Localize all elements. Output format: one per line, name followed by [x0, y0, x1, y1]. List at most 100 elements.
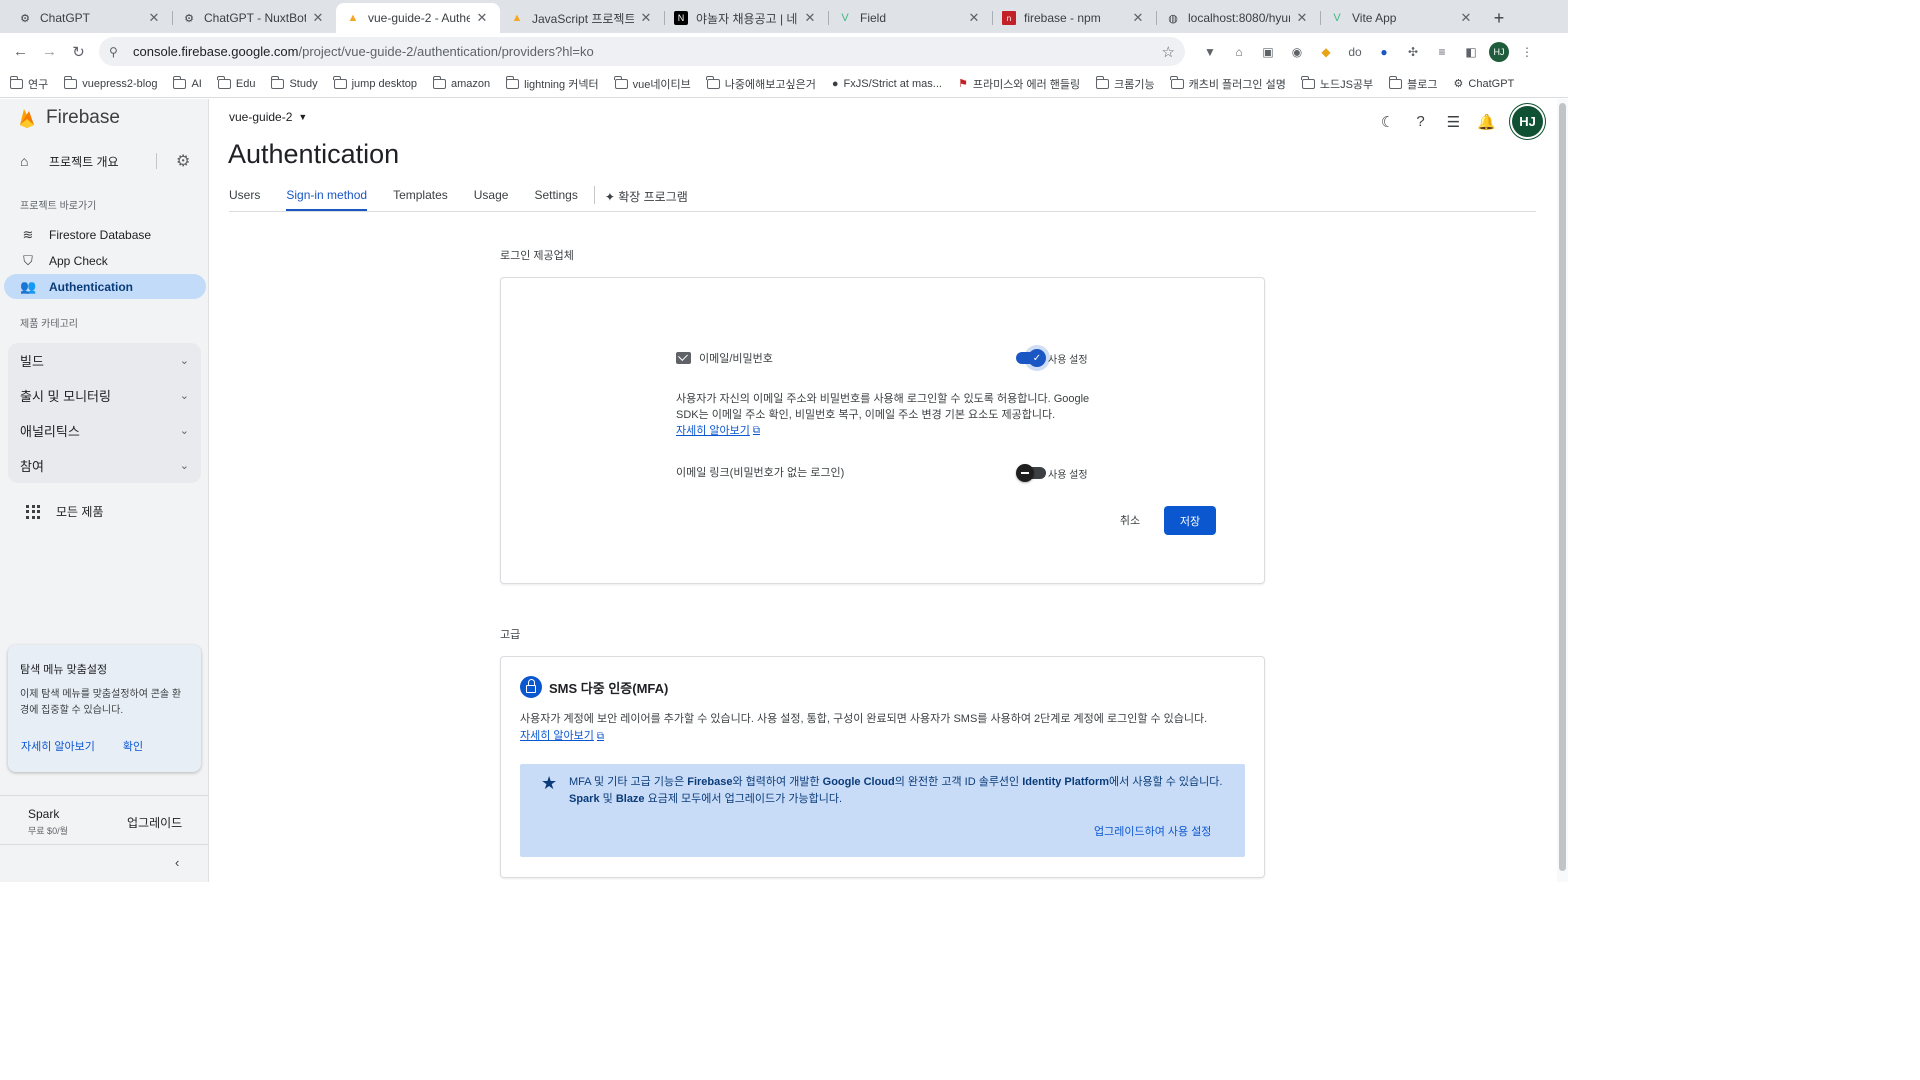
tab-settings[interactable]: Settings	[534, 183, 577, 211]
folder-icon	[9, 75, 23, 89]
scrollbar-thumb[interactable]	[1559, 103, 1566, 871]
notifications-bell-icon[interactable]: 🔔	[1477, 112, 1496, 131]
bookmark-folder[interactable]: 노드JS공부	[1301, 75, 1373, 92]
close-icon[interactable]: ✕	[1458, 10, 1474, 26]
bookmark-link[interactable]: ⚑ 프라미스와 에러 핸들링	[958, 76, 1080, 92]
kebab-menu-icon[interactable]: ⋮	[1516, 41, 1538, 63]
browser-tab[interactable]: V Vite App ✕	[1320, 3, 1484, 33]
category-engage[interactable]: 참여 ⌄	[8, 448, 201, 483]
profile-avatar[interactable]: HJ	[1489, 41, 1509, 62]
bookmark-folder[interactable]: 블로그	[1388, 75, 1438, 92]
media-control-icon[interactable]: ≡	[1431, 41, 1453, 63]
bookmark-folder[interactable]: jump desktop	[333, 75, 417, 90]
back-button[interactable]: ←	[6, 37, 35, 66]
promo-confirm-button[interactable]: 확인	[123, 738, 143, 754]
promo-learn-more-link[interactable]: 자세히 알아보기	[21, 738, 95, 754]
firebase-icon: ▲	[347, 12, 359, 24]
do-extension-icon[interactable]: do	[1344, 41, 1366, 63]
gear-icon[interactable]: ⚙	[176, 151, 190, 171]
identity-platform-text: MFA 및 기타 고급 기능은 Firebase와 협력하여 개발한 Googl…	[569, 776, 1223, 805]
vue-devtools-icon[interactable]: ▼	[1199, 41, 1221, 63]
mfa-learn-more-link[interactable]: 자세히 알아보기 ⧉	[520, 728, 604, 745]
sidebar-item-app-check[interactable]: ⛉ App Check	[4, 248, 206, 273]
side-panel-icon[interactable]: ◧	[1460, 41, 1482, 63]
close-icon[interactable]: ✕	[1130, 10, 1146, 26]
bookmark-folder[interactable]: Edu	[217, 75, 255, 90]
bookmark-folder[interactable]: AI	[173, 75, 202, 90]
close-icon[interactable]: ✕	[802, 10, 818, 26]
bank-extension-icon[interactable]: ⌂	[1228, 41, 1250, 63]
bookmark-folder[interactable]: amazon	[432, 75, 490, 90]
browser-tab-active[interactable]: ▲vue-guide-2 - Authent✕	[336, 3, 500, 33]
collapse-sidebar-icon[interactable]: ‹	[175, 855, 179, 870]
category-build[interactable]: 빌드 ⌄	[8, 343, 201, 378]
tab-templates[interactable]: Templates	[393, 183, 448, 211]
openai-icon: ⚙	[1453, 78, 1464, 90]
bookmark-folder[interactable]: lightning 커넥터	[505, 75, 599, 92]
category-release-monitor[interactable]: 출시 및 모니터링 ⌄	[8, 378, 201, 413]
close-icon[interactable]: ✕	[310, 10, 326, 26]
tab-extensions[interactable]: ✦ 확장 프로그램	[605, 183, 688, 211]
firebase-logo[interactable]: Firebase	[18, 107, 120, 129]
browser-tab[interactable]: N야놀자 채용공고 | 네카라쿠✕	[664, 3, 828, 33]
address-bar[interactable]: ⚲ console.firebase.google.com/project/vu…	[99, 37, 1185, 66]
browser-tab[interactable]: ⚙ ChatGPT ✕	[8, 3, 172, 33]
project-selector[interactable]: vue-guide-2 ▼	[229, 110, 307, 124]
save-button[interactable]: 저장	[1164, 506, 1216, 535]
close-icon[interactable]: ✕	[638, 10, 654, 26]
site-info-icon[interactable]: ⚲	[109, 45, 127, 59]
page-scrollbar[interactable]	[1557, 99, 1568, 882]
blue-circle-extension-icon[interactable]: ●	[1373, 41, 1395, 63]
browser-tab[interactable]: n firebase - npm ✕	[992, 3, 1156, 33]
close-icon[interactable]: ✕	[146, 10, 162, 26]
tab-users[interactable]: Users	[229, 183, 260, 211]
release-notes-icon[interactable]: ☰	[1444, 112, 1463, 131]
ethereum-extension-icon[interactable]: ◆	[1315, 41, 1337, 63]
browser-tab[interactable]: ▲JavaScript 프로젝트에 Fi✕	[500, 3, 664, 33]
new-tab-button[interactable]: +	[1484, 3, 1514, 33]
category-analytics[interactable]: 애널리틱스 ⌄	[8, 413, 201, 448]
upgrade-button[interactable]: 업그레이드	[127, 814, 182, 831]
firebase-icon: ▲	[511, 12, 523, 24]
close-icon[interactable]: ✕	[474, 10, 490, 26]
folder-icon	[217, 75, 231, 89]
forward-button[interactable]: →	[35, 37, 64, 66]
check-icon: ✓	[1028, 349, 1046, 367]
bookmark-folder[interactable]: 크롬기능	[1095, 75, 1155, 92]
browser-tab[interactable]: V Field ✕	[828, 3, 992, 33]
sidebar-item-firestore[interactable]: ≋ Firestore Database	[4, 222, 206, 247]
toggle-label: 사용 설정	[1048, 355, 1088, 366]
bookmark-folder[interactable]: Study	[271, 75, 318, 90]
learn-more-link[interactable]: 자세히 알아보기 ⧉	[676, 423, 760, 439]
bookmark-folder[interactable]: 연구	[9, 75, 48, 92]
bookmark-folder[interactable]: vue네이티브	[614, 75, 691, 92]
bookmark-folder[interactable]: 캐츠비 플러그인 설명	[1170, 75, 1286, 92]
camera-extension-icon[interactable]: ◉	[1286, 41, 1308, 63]
video-extension-icon[interactable]: ▣	[1257, 41, 1279, 63]
bookmark-folder[interactable]: vuepress2-blog	[63, 75, 157, 90]
bookmark-folder[interactable]: 나중에해보고싶은거	[706, 75, 816, 92]
bookmark-link[interactable]: ● FxJS/Strict at mas...	[832, 78, 942, 90]
help-icon[interactable]: ?	[1411, 112, 1430, 131]
tab-usage[interactable]: Usage	[474, 183, 509, 211]
project-overview-item[interactable]: ⌂ 프로젝트 개요 ⚙	[0, 147, 209, 175]
cancel-button[interactable]: 취소	[1110, 506, 1150, 534]
bookmark-link[interactable]: ⚙ ChatGPT	[1453, 77, 1515, 91]
close-icon[interactable]: ✕	[966, 10, 982, 26]
tab-sign-in-method[interactable]: Sign-in method	[286, 183, 368, 211]
reload-button[interactable]: ↻	[64, 37, 93, 66]
upgrade-to-enable-link[interactable]: 업그레이드하여 사용 설정	[1094, 823, 1211, 839]
email-password-toggle[interactable]: ✓	[1016, 349, 1046, 367]
account-avatar[interactable]: HJ	[1512, 106, 1543, 137]
sidebar-item-authentication[interactable]: 👥 Authentication	[4, 274, 206, 299]
mail-icon	[676, 352, 691, 364]
browser-tab[interactable]: ◍localhost:8080/hyung✕	[1156, 3, 1320, 33]
identity-platform-info: ★ MFA 및 기타 고급 기능은 Firebase와 협력하여 개발한 Goo…	[520, 764, 1245, 857]
browser-tab[interactable]: ⚙ ChatGPT - NuxtBot ✕	[172, 3, 336, 33]
email-link-toggle[interactable]	[1016, 464, 1046, 482]
puzzle-extensions-icon[interactable]: ✣	[1402, 41, 1424, 63]
close-icon[interactable]: ✕	[1294, 10, 1310, 26]
all-products-item[interactable]: 모든 제품	[26, 503, 104, 520]
bookmark-star-icon[interactable]: ☆	[1162, 43, 1175, 61]
dark-mode-icon[interactable]: ☾	[1378, 112, 1397, 131]
